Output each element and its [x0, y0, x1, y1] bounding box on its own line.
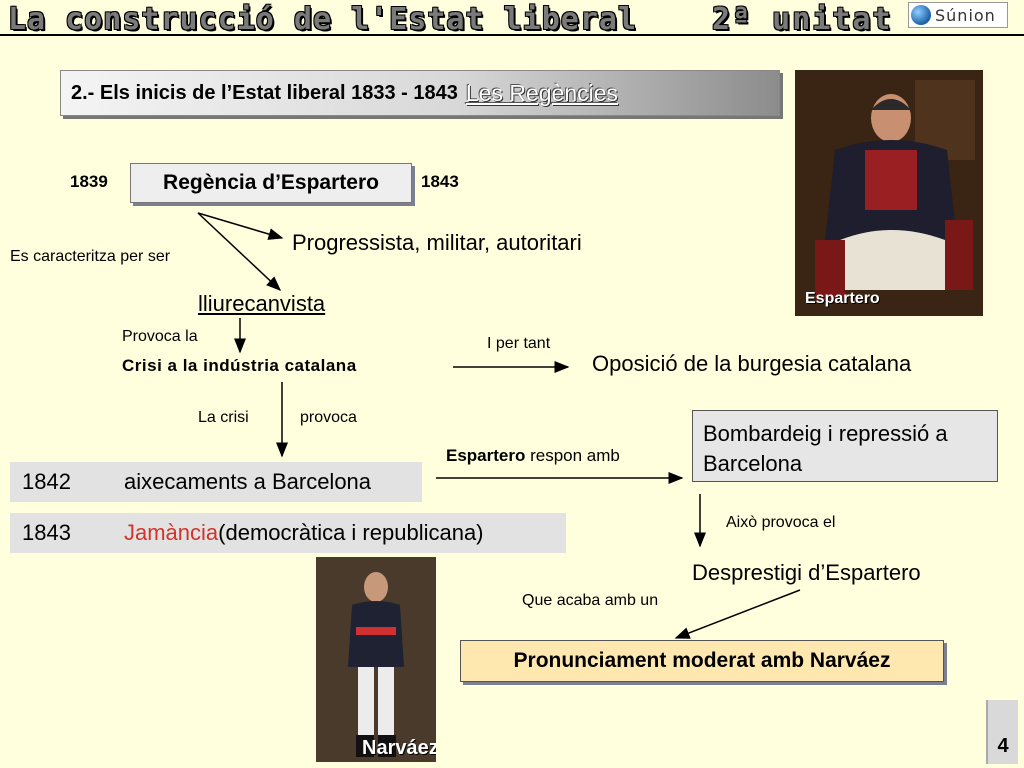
espartero-caption: Espartero: [805, 290, 880, 307]
provokes2-label: provoca: [300, 409, 357, 426]
espartero-figure: [795, 70, 983, 316]
characterized-label: Es caracteritza per ser: [10, 248, 171, 265]
pronunciamiento-box: Pronunciament moderat amb Narváez: [460, 640, 944, 682]
crisis-label: La crisi: [198, 409, 249, 426]
discredit-text: Desprestigi d’Espartero: [692, 560, 921, 585]
arrow-to-pronunciamiento: [674, 589, 801, 639]
therefore-label: I per tant: [487, 335, 551, 352]
responds-rest: respon amb: [525, 446, 620, 465]
ends-with-label: Que acaba amb un: [522, 592, 659, 609]
bombing-box: Bombardeig i repressió a Barcelona: [692, 410, 998, 482]
event-row: 1843 Jamància (democràtica i republicana…: [10, 513, 566, 553]
event-text: aixecaments a Barcelona: [124, 469, 372, 494]
espartero-portrait: Espartero: [795, 70, 983, 316]
opposition-text: Oposició de la burgesia catalana: [592, 351, 912, 376]
event-text: (democràtica i republicana): [218, 520, 484, 545]
responds-label: Espartero respon amb: [446, 446, 620, 466]
responds-bold: Espartero: [446, 446, 526, 465]
event-row: 1842 aixecaments a Barcelona: [10, 462, 422, 502]
event-year: 1842: [22, 469, 71, 494]
narvaez-figure: [316, 557, 436, 762]
crisis-text: Crisi a la indústria catalana: [122, 356, 357, 375]
traits-text: Progressista, militar, autoritari: [292, 230, 582, 255]
provokes-label: Provoca la: [122, 328, 198, 345]
narvaez-caption: Narváez: [362, 737, 436, 759]
event-year: 1843: [22, 520, 71, 545]
narvaez-portrait: Narváez: [316, 557, 436, 762]
this-provokes-label: Això provoca el: [726, 514, 836, 531]
event-highlight: Jamància: [124, 520, 219, 545]
page-number: 4: [988, 700, 1018, 764]
free-trade-text: lliurecanvista: [198, 291, 326, 316]
